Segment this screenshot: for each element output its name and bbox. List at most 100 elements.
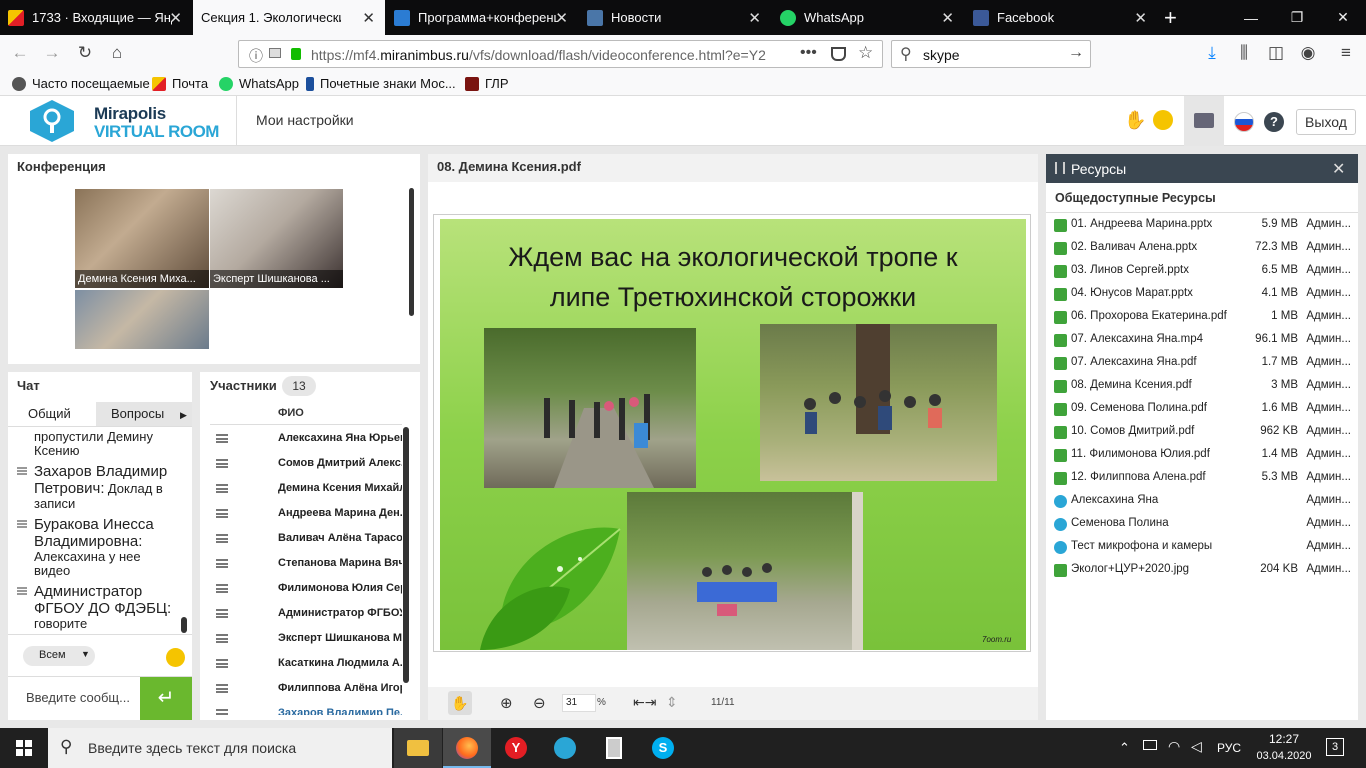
bookmark-glr[interactable]: ГЛР: [465, 76, 509, 91]
chat-message-input[interactable]: Введите сообщ...: [26, 690, 130, 705]
hand-tool-icon[interactable]: ✋: [448, 691, 472, 715]
download-file-icon[interactable]: [1054, 357, 1067, 370]
restore-button[interactable]: ❐: [1274, 0, 1320, 35]
participant-row[interactable]: Захаров Владимир Пе..: [210, 701, 402, 715]
participant-row[interactable]: Андреева Марина Ден..: [210, 501, 402, 526]
resource-row[interactable]: Эколог+ЦУР+2020.jpg 204 KB Админ...: [1051, 559, 1357, 582]
search-go-icon[interactable]: →: [1068, 44, 1084, 62]
tab-conference[interactable]: Секция 1. Экологический к ✕: [193, 0, 385, 35]
minimize-button[interactable]: —: [1228, 0, 1274, 35]
resource-row[interactable]: 07. Алексахина Яна.pdf 1.7 MB Админ...: [1051, 352, 1357, 375]
download-file-icon[interactable]: [1054, 472, 1067, 485]
web-link-icon[interactable]: [1054, 518, 1067, 531]
close-resources-icon[interactable]: ✕: [1332, 159, 1345, 179]
resource-row[interactable]: 08. Демина Ксения.pdf 3 MB Админ...: [1051, 375, 1357, 398]
resource-row[interactable]: 12. Филиппова Алена.pdf 5.3 MB Админ...: [1051, 467, 1357, 490]
emoji-icon[interactable]: [1153, 110, 1173, 130]
download-file-icon[interactable]: [1054, 334, 1067, 347]
tab-program[interactable]: Программа+конференц ✕: [386, 0, 578, 35]
search-bar[interactable]: ⚲ skype →: [891, 40, 1091, 68]
participant-row[interactable]: Филиппова Алёна Игор..: [210, 676, 402, 701]
column-header-name[interactable]: ФИО: [278, 407, 304, 419]
conference-scrollbar[interactable]: [409, 188, 414, 316]
close-icon[interactable]: ✕: [362, 9, 375, 27]
recipient-select[interactable]: Всем ▼: [23, 646, 95, 666]
resource-row[interactable]: 02. Валивач Алена.pptx 72.3 MB Админ...: [1051, 237, 1357, 260]
yandex-browser-icon[interactable]: Y: [492, 728, 540, 768]
menu-icon[interactable]: ≡: [1334, 42, 1358, 64]
tab-whatsapp[interactable]: WhatsApp ✕: [772, 0, 964, 35]
fit-width-icon[interactable]: ⇤⇥: [633, 694, 656, 711]
resource-row[interactable]: 10. Сомов Дмитрий.pdf 962 KB Админ...: [1051, 421, 1357, 444]
bookmark-mail[interactable]: Почта: [152, 76, 208, 91]
resource-row[interactable]: 06. Прохорова Екатерина.pdf 1 MB Админ...: [1051, 306, 1357, 329]
web-link-icon[interactable]: [1054, 495, 1067, 508]
airplane-app-icon[interactable]: [541, 728, 589, 768]
video-tile-shishkanova[interactable]: Эксперт Шишканова ...: [210, 189, 343, 288]
message-menu-icon[interactable]: [17, 587, 27, 595]
info-icon[interactable]: ⓘ: [249, 46, 263, 66]
participant-row[interactable]: Валивач Алёна Тарасов: [210, 526, 402, 551]
participant-row[interactable]: Филимонова Юлия Сер.: [210, 576, 402, 601]
participant-row[interactable]: Касаткина Людмила А.: [210, 651, 402, 676]
bookmark-frequent[interactable]: Часто посещаемые: [12, 76, 150, 91]
new-tab-button[interactable]: +: [1158, 0, 1188, 35]
close-window-button[interactable]: ✕: [1320, 0, 1366, 35]
tab-vk[interactable]: Новости ✕: [579, 0, 771, 35]
back-icon[interactable]: ←: [8, 42, 32, 64]
language-indicator[interactable]: РУС: [1217, 741, 1241, 755]
participant-row[interactable]: Степанова Марина Вяч.: [210, 551, 402, 576]
clock-time[interactable]: 12:27: [1266, 732, 1302, 746]
video-tile-participant[interactable]: [75, 290, 209, 349]
resource-row[interactable]: 09. Семенова Полина.pdf 1.6 MB Админ...: [1051, 398, 1357, 421]
resource-row[interactable]: Алексахина Яна Админ...: [1051, 490, 1357, 513]
sidebar-icon[interactable]: ◫: [1264, 42, 1288, 64]
participant-menu-icon[interactable]: [216, 584, 228, 593]
file-explorer-icon[interactable]: [394, 728, 442, 768]
emoji-picker-icon[interactable]: [166, 648, 185, 667]
forward-icon[interactable]: →: [40, 42, 64, 64]
message-menu-icon[interactable]: [17, 467, 27, 475]
close-icon[interactable]: ✕: [748, 9, 761, 27]
home-icon[interactable]: ⌂: [105, 42, 129, 64]
participant-menu-icon[interactable]: [216, 559, 228, 568]
skype-icon[interactable]: S: [639, 728, 687, 768]
participant-menu-icon[interactable]: [216, 459, 228, 468]
participant-menu-icon[interactable]: [216, 659, 228, 668]
raise-hand-icon[interactable]: ✋: [1124, 110, 1146, 131]
my-settings-link[interactable]: Мои настройки: [256, 112, 354, 128]
close-icon[interactable]: ✕: [941, 9, 954, 27]
participant-menu-icon[interactable]: [216, 434, 228, 443]
download-file-icon[interactable]: [1054, 403, 1067, 416]
participant-row[interactable]: Алексахина Яна Юрьевна: [210, 426, 402, 451]
zoom-out-icon[interactable]: ⊖: [533, 694, 546, 712]
address-bar[interactable]: ⓘ https://mf4.miranimbus.ru/vfs/download…: [238, 40, 883, 68]
account-icon[interactable]: ◉: [1296, 42, 1320, 64]
exit-button[interactable]: Выход: [1296, 109, 1356, 135]
zoom-input[interactable]: 31: [562, 694, 596, 712]
participant-menu-icon[interactable]: [216, 709, 228, 715]
pocket-icon[interactable]: [831, 47, 846, 61]
download-file-icon[interactable]: [1054, 426, 1067, 439]
web-link-icon[interactable]: [1054, 541, 1067, 554]
chat-tabs-next-icon[interactable]: ▶: [175, 402, 192, 426]
russian-flag-icon[interactable]: [1234, 112, 1254, 132]
battery-icon[interactable]: [1143, 740, 1157, 750]
participant-menu-icon[interactable]: [216, 509, 228, 518]
notifications-icon[interactable]: 3: [1326, 738, 1344, 756]
participant-row[interactable]: Демина Ксения Михайл: [210, 476, 402, 501]
volume-icon[interactable]: ◁: [1191, 738, 1202, 755]
bookmark-whatsapp[interactable]: WhatsApp: [219, 76, 299, 91]
participant-menu-icon[interactable]: [216, 484, 228, 493]
bookmark-badges[interactable]: Почетные знаки Мос...: [306, 76, 456, 91]
download-file-icon[interactable]: [1054, 311, 1067, 324]
resource-row[interactable]: 04. Юнусов Марат.pptx 4.1 MB Админ...: [1051, 283, 1357, 306]
taskbar-search[interactable]: ⚲ Введите здесь текст для поиска: [48, 728, 392, 768]
downloads-icon[interactable]: ⤓: [1200, 42, 1224, 64]
participant-menu-icon[interactable]: [216, 684, 228, 693]
message-menu-icon[interactable]: [17, 520, 27, 528]
download-file-icon[interactable]: [1054, 265, 1067, 278]
windows-start-icon[interactable]: [0, 728, 48, 768]
help-icon[interactable]: ?: [1264, 112, 1284, 132]
resource-row[interactable]: Тест микрофона и камеры Админ...: [1051, 536, 1357, 559]
